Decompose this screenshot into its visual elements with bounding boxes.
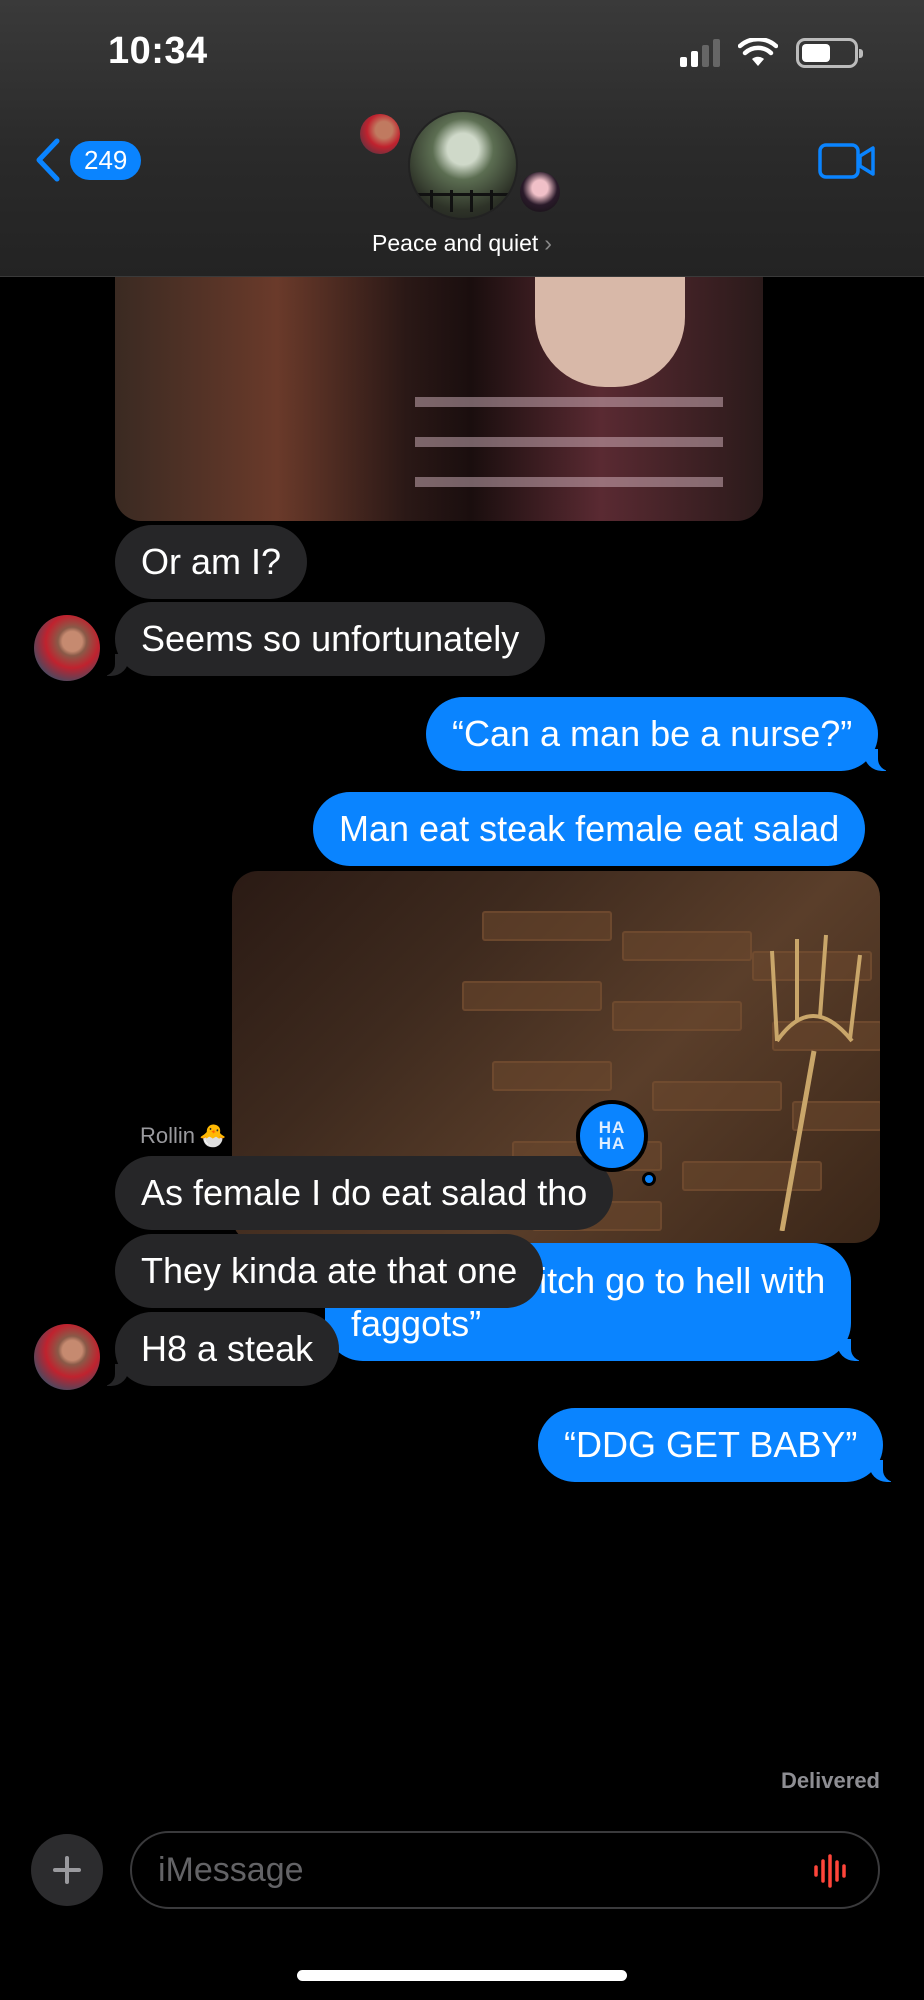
member-avatar — [520, 172, 560, 212]
message-line: faggots” — [351, 1303, 482, 1344]
group-avatar-stack[interactable] — [360, 110, 560, 230]
unread-count-badge: 249 — [70, 140, 142, 180]
outgoing-message[interactable]: “DDG GET BABY” — [538, 1408, 898, 1482]
plus-icon — [53, 1856, 81, 1884]
facetime-video-button[interactable] — [818, 142, 876, 185]
status-time: 10:34 — [108, 30, 208, 72]
incoming-message[interactable]: Seems so unfortunately — [100, 602, 546, 676]
message-list[interactable]: Or am I? Seems so unfortunately “Can a m… — [0, 277, 924, 1817]
sender-name: Rollin 🐣 — [140, 1123, 226, 1149]
image-attachment[interactable] — [115, 277, 763, 521]
outgoing-message[interactable]: Man eat steak female eat salad — [313, 792, 866, 866]
status-icons — [680, 38, 863, 68]
haha-tapback[interactable]: HA HA — [576, 1100, 648, 1172]
group-photo — [408, 110, 518, 220]
battery-icon — [796, 38, 863, 68]
incoming-message[interactable]: Or am I? — [115, 525, 308, 599]
home-indicator[interactable] — [297, 1970, 627, 1981]
audio-waveform-icon[interactable] — [812, 1853, 852, 1889]
tapback-text: HA — [598, 1134, 626, 1153]
pitchfork-graphic — [770, 934, 862, 1231]
outgoing-message[interactable]: “Can a man be a nurse?” — [426, 697, 893, 771]
group-name[interactable]: Peace and quiet › — [0, 230, 924, 257]
conversation-header: 10:34 249 Peace and quiet › — [0, 0, 924, 277]
group-name-label: Peace and quiet — [372, 230, 539, 256]
chevron-right-icon: › — [544, 230, 552, 256]
chick-emoji: 🐣 — [199, 1123, 227, 1148]
back-button[interactable]: 249 — [34, 138, 142, 182]
add-attachment-button[interactable] — [31, 1834, 103, 1906]
incoming-message[interactable]: As female I do eat salad tho — [115, 1156, 614, 1230]
message-input-placeholder: iMessage — [158, 1850, 304, 1889]
tapback-tail — [642, 1172, 656, 1186]
wifi-icon — [738, 38, 778, 66]
incoming-message[interactable]: They kinda ate that one — [115, 1234, 544, 1308]
sender-avatar[interactable] — [34, 1324, 100, 1390]
chevron-left-icon — [36, 138, 60, 182]
sender-name-label: Rollin — [140, 1123, 196, 1148]
sender-avatar[interactable] — [34, 615, 100, 681]
video-camera-icon — [818, 143, 875, 179]
member-avatar — [360, 114, 400, 154]
signal-icon — [680, 39, 720, 67]
delivered-status: Delivered — [780, 1768, 880, 1793]
message-input[interactable]: iMessage — [130, 1831, 880, 1909]
incoming-message[interactable]: H8 a steak — [100, 1312, 340, 1386]
